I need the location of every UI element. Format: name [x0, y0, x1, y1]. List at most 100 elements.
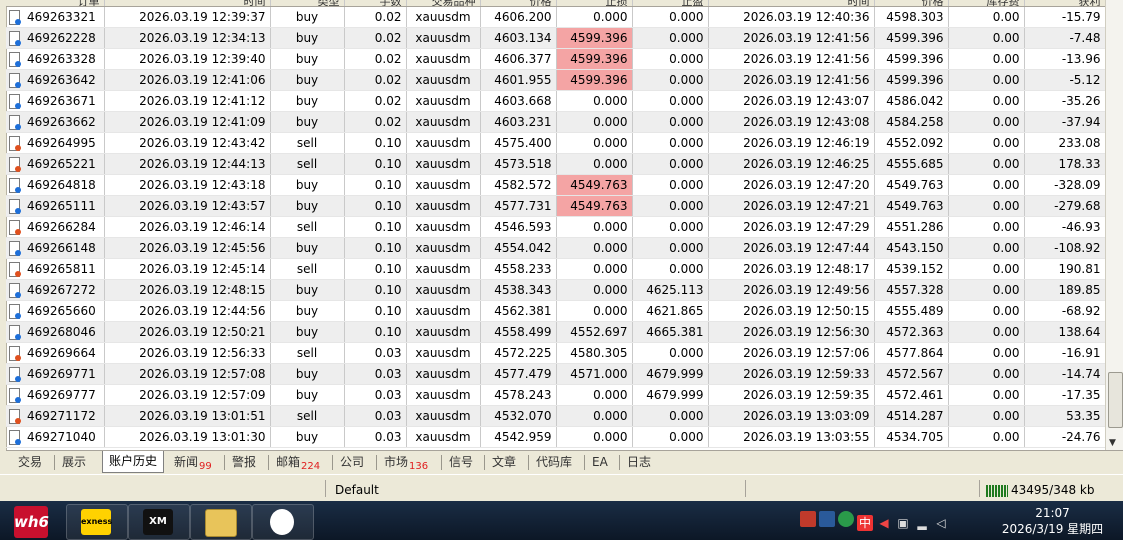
table-row[interactable]: 469266148 2026.03.19 12:45:56 buy 0.10 xauus…	[6, 237, 1106, 259]
tab-item[interactable]: EA	[592, 453, 608, 472]
cell-value: 4572.567	[886, 367, 944, 381]
table-cell: 469266148	[6, 237, 105, 259]
table-row[interactable]: 469267272 2026.03.19 12:48:15 buy 0.10 xauus…	[6, 279, 1106, 301]
table-row[interactable]: 469265660 2026.03.19 12:44:56 buy 0.10 xauus…	[6, 300, 1106, 322]
table-cell: 4555.685	[874, 153, 949, 175]
cell-value: 469263642	[27, 72, 96, 87]
table-cell: xauusdm	[406, 405, 481, 427]
table-cell: 4549.763	[874, 174, 949, 196]
tray-app-icon[interactable]	[800, 511, 816, 527]
table-cell: 4555.489	[874, 300, 949, 322]
cell-value: 0.00	[992, 409, 1020, 423]
profile-name: Default	[335, 483, 379, 497]
cell-value: 4621.865	[646, 304, 704, 318]
cell-value: 469271172	[27, 408, 96, 423]
cell-value: 469264818	[27, 177, 96, 192]
table-cell: 4552.697	[556, 321, 633, 343]
cell-value: 0.000	[669, 94, 704, 108]
table-row[interactable]: 469266284 2026.03.19 12:46:14 sell 0.10 xauu…	[6, 216, 1106, 238]
table-row[interactable]: 469268046 2026.03.19 12:50:21 buy 0.10 xauus…	[6, 321, 1106, 343]
taskbar-app-xm[interactable]: XM	[128, 504, 190, 540]
table-cell: sell	[270, 405, 345, 427]
tab-item[interactable]: 文章	[492, 453, 516, 472]
network-icon[interactable]: ▣	[895, 515, 911, 531]
table-row[interactable]: 469265221 2026.03.19 12:44:13 sell 0.10 xauu…	[6, 153, 1106, 175]
table-row[interactable]: 469262228 2026.03.19 12:34:13 buy 0.02 xauus…	[6, 27, 1106, 49]
cell-value: 4557.328	[886, 283, 944, 297]
tab-item[interactable]: 新闻99	[174, 453, 212, 472]
cell-value: 4542.959	[494, 430, 552, 444]
scroll-down-arrow-icon[interactable]: ▼	[1109, 438, 1116, 448]
ime-icon[interactable]: 中	[857, 515, 873, 531]
cell-value: 4572.461	[886, 388, 944, 402]
table-row[interactable]: 469271040 2026.03.19 13:01:30 buy 0.03 xauus…	[6, 426, 1106, 448]
table-cell: 469265111	[6, 195, 105, 217]
table-cell: 4538.343	[480, 279, 557, 301]
start-button[interactable]: wh6	[4, 503, 56, 539]
cell-value: buy	[295, 73, 319, 87]
taskbar-app-exness[interactable]: exness	[66, 504, 128, 540]
table-row[interactable]: 469263671 2026.03.19 12:41:12 buy 0.02 xauus…	[6, 90, 1106, 112]
cell-value: 2026.03.19 12:41:09	[139, 115, 266, 129]
table-row[interactable]: 469264995 2026.03.19 12:43:42 sell 0.10 xauu…	[6, 132, 1106, 154]
cell-value: 2026.03.19 12:46:14	[139, 220, 266, 234]
table-row[interactable]: 469263642 2026.03.19 12:41:06 buy 0.02 xauus…	[6, 69, 1106, 91]
antivirus-icon[interactable]	[819, 511, 835, 527]
cell-value: 0.02	[374, 94, 402, 108]
cell-value: 4599.396	[570, 73, 628, 87]
traffic-value: 43495/348 kb	[1011, 483, 1095, 497]
cell-value: 469262228	[27, 30, 96, 45]
tab-item[interactable]: 交易	[18, 453, 42, 472]
tab-item[interactable]: 警报	[232, 453, 256, 472]
table-row[interactable]: 469264818 2026.03.19 12:43:18 buy 0.10 xauus…	[6, 174, 1106, 196]
table-cell: 0.02	[344, 69, 407, 91]
buy-order-icon	[8, 387, 21, 403]
speaker-icon[interactable]: ◁	[933, 515, 949, 531]
cell-value: 2026.03.19 12:48:17	[743, 262, 870, 276]
table-cell: 0.00	[948, 132, 1025, 154]
cell-value: 2026.03.19 12:47:44	[743, 241, 870, 255]
volume-icon[interactable]: ◀	[876, 515, 892, 531]
tab-item[interactable]: 市场136	[384, 453, 428, 472]
table-cell: 2026.03.19 12:47:21	[708, 195, 875, 217]
table-row[interactable]: 469265811 2026.03.19 12:45:14 sell 0.10 xauu…	[6, 258, 1106, 280]
table-row[interactable]: 469269771 2026.03.19 12:57:08 buy 0.03 xauus…	[6, 363, 1106, 385]
table-cell: 4558.499	[480, 321, 557, 343]
cell-value: 0.000	[593, 94, 628, 108]
cell-value: 0.10	[374, 262, 402, 276]
cell-value: 4599.396	[886, 52, 944, 66]
table-cell: buy	[270, 174, 345, 196]
cell-value: 0.00	[992, 157, 1020, 171]
tab-item[interactable]: 日志	[627, 453, 651, 472]
table-cell: 2026.03.19 12:45:56	[104, 237, 271, 259]
tab-item[interactable]: 邮箱224	[276, 453, 320, 472]
table-row[interactable]: 469269664 2026.03.19 12:56:33 sell 0.03 xauu…	[6, 342, 1106, 364]
tab-item[interactable]: 公司	[340, 453, 364, 472]
cell-value: 0.000	[593, 409, 628, 423]
cell-value: 0.03	[374, 346, 402, 360]
table-row[interactable]: 469265111 2026.03.19 12:43:57 buy 0.10 xauus…	[6, 195, 1106, 217]
table-row[interactable]: 469271172 2026.03.19 13:01:51 sell 0.03 xauu…	[6, 405, 1106, 427]
tab-item[interactable]: 账户历史	[102, 451, 165, 473]
table-row[interactable]: 469269777 2026.03.19 12:57:09 buy 0.03 xauus…	[6, 384, 1106, 406]
tab-badge: 224	[301, 461, 321, 472]
taskbar-app-explorer[interactable]	[190, 504, 252, 540]
cell-value: 4606.377	[494, 52, 552, 66]
taskbar-clock[interactable]: 21:07 2026/3/19 星期四	[1000, 505, 1105, 537]
scrollbar-thumb[interactable]	[1108, 372, 1123, 428]
table-cell: 138.64	[1024, 321, 1106, 343]
browser-icon[interactable]	[838, 511, 854, 527]
taskbar-app-qq[interactable]	[252, 504, 314, 540]
cell-value: 469269771	[27, 366, 96, 381]
tab-item[interactable]: 展示	[62, 453, 86, 472]
table-cell: 4539.152	[874, 258, 949, 280]
table-row[interactable]: 469263321 2026.03.19 12:39:37 buy 0.02 xauus…	[6, 6, 1106, 28]
cell-value: 4543.150	[886, 241, 944, 255]
signal-icon[interactable]: ▂	[914, 515, 930, 531]
table-row[interactable]: 469263662 2026.03.19 12:41:09 buy 0.02 xauus…	[6, 111, 1106, 133]
tab-item[interactable]: 代码库	[536, 453, 572, 472]
tab-item[interactable]: 信号	[449, 453, 473, 472]
table-row[interactable]: 469263328 2026.03.19 12:39:40 buy 0.02 xauus…	[6, 48, 1106, 70]
vertical-scrollbar[interactable]: ▼	[1105, 0, 1123, 450]
table-cell: 4562.381	[480, 300, 557, 322]
